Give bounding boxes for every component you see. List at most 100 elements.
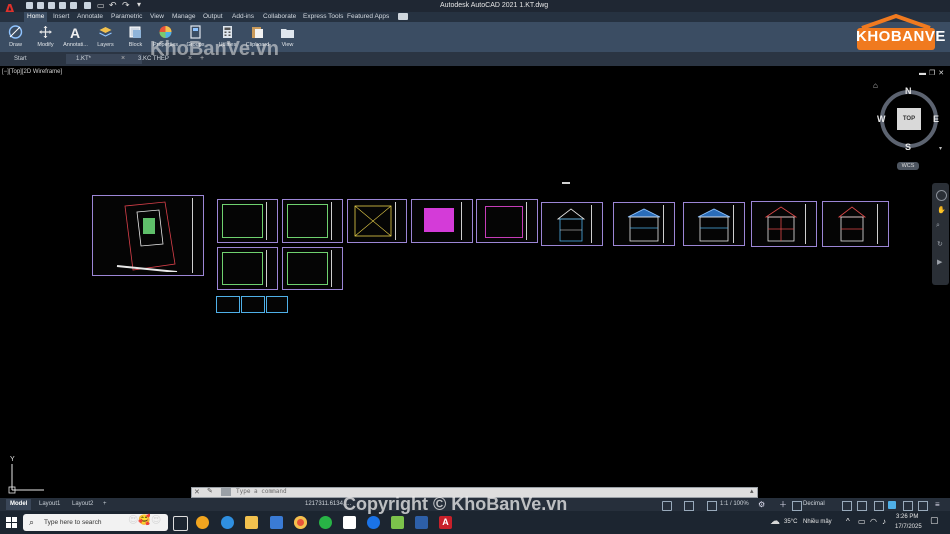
tab-home[interactable]: Home: [24, 12, 48, 22]
clock-date[interactable]: 17/7/2025: [895, 524, 922, 530]
file-explorer-icon[interactable]: [245, 516, 258, 529]
save-as-icon[interactable]: [59, 2, 66, 9]
viewcube-menu-icon[interactable]: ▾: [939, 145, 942, 152]
drawing-sheet-floor-plan-3[interactable]: [217, 247, 278, 290]
viewcube-top-face[interactable]: TOP: [897, 108, 921, 130]
drawing-sheet-roof-plan[interactable]: [347, 199, 407, 243]
copilot-icon[interactable]: [196, 516, 209, 529]
drawing-sheet-elevation-3[interactable]: [683, 202, 745, 246]
ribbon-toggle-icon[interactable]: [398, 13, 408, 20]
store-icon[interactable]: [270, 516, 283, 529]
ucs-menu-badge[interactable]: WCS: [897, 162, 919, 170]
redo-icon[interactable]: ↷: [122, 0, 130, 11]
task-view-icon[interactable]: [173, 516, 188, 531]
workspace-icon[interactable]: [684, 501, 694, 511]
full-screen-icon[interactable]: [918, 501, 928, 511]
compass-east[interactable]: E: [933, 114, 939, 124]
viewport-window-controls[interactable]: ▬❐✕: [919, 69, 947, 77]
tab-featured-apps[interactable]: Featured Apps: [344, 12, 392, 22]
annotation-visibility-icon[interactable]: [707, 501, 717, 511]
plus-icon[interactable]: ＋: [779, 501, 787, 509]
drawing-sheet-elevation-1[interactable]: [541, 202, 603, 246]
drawing-sheet-section-2[interactable]: [822, 201, 889, 247]
wifi-icon[interactable]: ◠: [870, 517, 877, 526]
command-line-close-icon[interactable]: ✕: [194, 488, 200, 496]
tab-annotate[interactable]: Annotate: [74, 12, 106, 22]
clock-time[interactable]: 3:26 PM: [896, 514, 918, 520]
customization-menu-icon[interactable]: ≡: [935, 501, 943, 509]
tab-express-tools[interactable]: Express Tools: [300, 12, 346, 22]
command-line-settings-icon[interactable]: ✎: [207, 487, 213, 495]
tab-model[interactable]: Model: [6, 499, 32, 510]
drawing-sheet-electrical-plan[interactable]: [476, 199, 538, 243]
open-file-icon[interactable]: [37, 2, 44, 9]
command-history-icon[interactable]: [221, 488, 231, 496]
gear-icon[interactable]: ⚙: [758, 501, 766, 509]
block-panel-button[interactable]: Block: [122, 23, 149, 51]
tab-start[interactable]: Start: [4, 54, 74, 64]
emoji-highlight-icon[interactable]: 😍🥰😍: [128, 515, 161, 526]
hardware-acceleration-icon[interactable]: [874, 501, 884, 511]
close-tab-icon[interactable]: ×: [121, 54, 125, 64]
drawing-sheet-floor-plan-4[interactable]: [282, 247, 343, 290]
wechat-icon[interactable]: [319, 516, 332, 529]
isolate-objects-icon[interactable]: [792, 501, 802, 511]
tab-add-ins[interactable]: Add-ins: [229, 12, 257, 22]
drawing-sheet-detail-3[interactable]: [266, 296, 288, 313]
annotation-scale[interactable]: 1:1 / 100%: [720, 501, 749, 507]
add-layout-button[interactable]: +: [99, 499, 111, 510]
pan-icon[interactable]: ✋: [937, 206, 946, 214]
tab-manage[interactable]: Manage: [169, 12, 199, 22]
showmotion-icon[interactable]: ▶: [937, 258, 942, 266]
open-web-icon[interactable]: ▭: [97, 1, 105, 10]
tab-insert[interactable]: Insert: [50, 12, 72, 22]
new-file-icon[interactable]: [26, 2, 33, 9]
annotation-panel-button[interactable]: A Annotati...: [62, 23, 89, 51]
autocad-taskbar-icon[interactable]: A: [439, 516, 452, 529]
tab-output[interactable]: Output: [200, 12, 226, 22]
drawing-sheet-detail-2[interactable]: [241, 296, 265, 313]
command-input[interactable]: Type a command: [236, 488, 287, 495]
command-line-expand-icon[interactable]: ▴: [750, 487, 754, 495]
undo-icon[interactable]: ↶: [109, 0, 117, 11]
volume-icon[interactable]: ♪: [882, 517, 886, 526]
lock-ui-icon[interactable]: [857, 501, 867, 511]
drawing-sheet-floor-plan-2[interactable]: [282, 199, 343, 243]
drawing-viewport[interactable]: [0, 66, 950, 498]
tab-layout2[interactable]: Layout2: [68, 499, 97, 510]
chrome-icon[interactable]: [294, 516, 307, 529]
qat-dropdown-icon[interactable]: ▾: [137, 0, 141, 9]
compass-north[interactable]: N: [905, 86, 912, 96]
notepad-icon[interactable]: [343, 516, 356, 529]
selection-cycling-icon[interactable]: [662, 501, 672, 511]
weather-condition[interactable]: Nhiều mây: [803, 519, 832, 525]
tab-view[interactable]: View: [147, 12, 167, 22]
share-icon[interactable]: [84, 2, 91, 9]
quick-properties-icon[interactable]: [842, 501, 852, 511]
drawing-sheet-ceiling-plan[interactable]: [411, 199, 473, 243]
compass-west[interactable]: W: [877, 114, 886, 124]
draw-panel-button[interactable]: Draw: [2, 23, 29, 51]
layers-panel-button[interactable]: Layers: [92, 23, 119, 51]
network-icon[interactable]: ▭: [858, 517, 866, 526]
modify-panel-button[interactable]: Modify: [32, 23, 59, 51]
zoom-extents-icon[interactable]: ⌕: [936, 222, 940, 230]
drawing-sheet-elevation-2[interactable]: [613, 202, 675, 246]
save-icon[interactable]: [48, 2, 55, 9]
tab-collaborate[interactable]: Collaborate: [260, 12, 299, 22]
sketchup-icon[interactable]: [391, 516, 404, 529]
graphics-performance-icon[interactable]: [903, 501, 913, 511]
steering-wheel-icon[interactable]: [936, 190, 947, 201]
drawing-sheet-detail-1[interactable]: [216, 296, 240, 313]
taskbar-search-placeholder[interactable]: Type here to search: [44, 519, 101, 526]
zalo-icon[interactable]: [367, 516, 380, 529]
tray-overflow-icon[interactable]: ^: [846, 517, 850, 526]
notification-icon[interactable]: ▢: [930, 515, 939, 526]
drawing-sheet-site-plan[interactable]: [92, 195, 204, 276]
units-readout[interactable]: Decimal: [803, 501, 825, 507]
compass-south[interactable]: S: [905, 142, 911, 152]
tab-parametric[interactable]: Parametric: [108, 12, 145, 22]
drawing-sheet-floor-plan-1[interactable]: [217, 199, 278, 243]
drawing-sheet-section-1[interactable]: [751, 201, 817, 247]
clean-screen-icon[interactable]: [888, 501, 896, 509]
